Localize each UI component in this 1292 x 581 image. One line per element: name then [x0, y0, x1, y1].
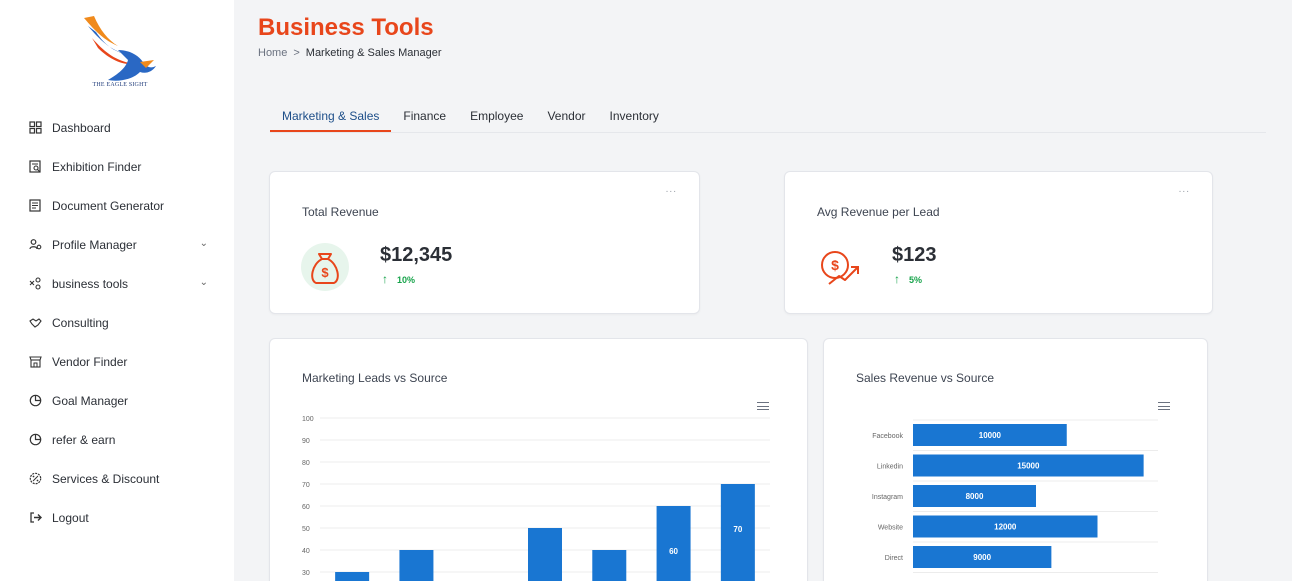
y-tick-label: 30 — [302, 570, 310, 577]
sidebar-nav: Dashboard Exhibition Finder Document Gen… — [28, 108, 218, 537]
logout-icon — [28, 511, 42, 525]
sidebar-item-label: Goal Manager — [52, 393, 129, 408]
category-label: Linkedin — [877, 464, 903, 471]
bar — [399, 550, 434, 581]
card-title: Total Revenue — [302, 205, 379, 219]
card-title: Avg Revenue per Lead — [817, 205, 940, 219]
discount-icon — [28, 472, 42, 486]
bar — [592, 550, 627, 581]
sidebar-item-goal-manager[interactable]: Goal Manager — [28, 381, 218, 420]
sidebar-item-label: refer & earn — [52, 432, 116, 447]
y-tick-label: 80 — [302, 460, 310, 467]
sidebar-item-logout[interactable]: Logout — [28, 498, 218, 537]
sidebar-item-label: business tools — [52, 276, 129, 291]
grid-icon — [28, 121, 42, 135]
bar-data-label: 60 — [669, 547, 678, 556]
bar-data-label: 12000 — [994, 523, 1017, 532]
sidebar-item-consulting[interactable]: Consulting — [28, 303, 218, 342]
sales-revenue-card: Sales Revenue vs Source Facebook 10000 Lin… — [823, 338, 1208, 581]
y-tick-label: 60 — [302, 504, 310, 511]
sidebar-item-label: Document Generator — [52, 198, 165, 213]
marketing-leads-chart: 30 40 50 60 70 80 90 100 60 70 — [302, 416, 770, 581]
tab-employee[interactable]: Employee — [458, 104, 535, 132]
sidebar-item-label: Consulting — [52, 315, 109, 330]
sidebar-item-label: Dashboard — [52, 120, 111, 135]
tab-finance[interactable]: Finance — [391, 104, 458, 132]
sidebar-item-business-tools[interactable]: business tools ⌄ — [28, 264, 218, 303]
document-icon — [28, 199, 42, 213]
category-label: Instagram — [872, 494, 903, 501]
kpi-change: 5% — [909, 275, 923, 285]
sidebar-item-document-generator[interactable]: Document Generator — [28, 186, 218, 225]
arrow-up-icon: ↑ — [894, 272, 900, 286]
kpi-change: 10% — [397, 275, 416, 285]
sidebar-item-services-discount[interactable]: Services & Discount — [28, 459, 218, 498]
kpi-value: $12,345 — [380, 244, 453, 266]
bar-data-label: 9000 — [973, 553, 991, 562]
category-label: Website — [878, 525, 903, 532]
breadcrumb: Home > Marketing & Sales Manager — [258, 47, 442, 59]
y-tick-label: 70 — [302, 482, 310, 489]
sidebar-item-label: Services & Discount — [52, 471, 160, 486]
eagle-logo[interactable] — [74, 10, 164, 92]
refer-icon — [28, 433, 42, 447]
chevron-down-icon[interactable]: ⌄ — [200, 238, 208, 249]
bar — [656, 506, 691, 581]
avg-revenue-card: ... Avg Revenue per Lead $ $123 ↑ 5% — [784, 171, 1213, 314]
tab-inventory[interactable]: Inventory — [598, 104, 671, 132]
breadcrumb-current: Marketing & Sales Manager — [305, 47, 442, 59]
sidebar-item-label: Profile Manager — [52, 237, 137, 252]
y-tick-label: 90 — [302, 438, 310, 445]
sidebar-item-vendor-finder[interactable]: Vendor Finder — [28, 342, 218, 381]
total-revenue-card: ... Total Revenue $ $12,345 ↑ 10% — [269, 171, 700, 314]
chevron-down-icon[interactable]: ⌄ — [200, 277, 208, 288]
category-label: Direct — [885, 555, 903, 562]
more-options-icon[interactable]: ... — [1179, 184, 1190, 195]
y-tick-label: 40 — [302, 548, 310, 555]
tab-vendor[interactable]: Vendor — [535, 104, 597, 132]
sidebar-item-exhibition-finder[interactable]: Exhibition Finder — [28, 147, 218, 186]
svg-text:$: $ — [321, 265, 329, 280]
network-icon — [28, 277, 42, 291]
svg-text:$: $ — [831, 257, 839, 273]
kpi-value: $123 — [892, 244, 937, 266]
bar — [335, 572, 370, 581]
goal-icon — [28, 394, 42, 408]
arrow-up-icon: ↑ — [382, 272, 388, 286]
handshake-icon — [28, 316, 42, 330]
store-icon — [28, 355, 42, 369]
tab-bar: Marketing & Sales Finance Employee Vendo… — [270, 104, 1266, 133]
y-tick-label: 50 — [302, 526, 310, 533]
sidebar-item-label: Exhibition Finder — [52, 159, 142, 174]
users-icon — [28, 238, 42, 252]
app-window: THE EAGLE SIGHT Dashboard Exhibition Fin… — [0, 0, 1292, 581]
bar — [528, 528, 562, 581]
revenue-growth-icon: $ — [821, 251, 859, 285]
breadcrumb-home[interactable]: Home — [258, 47, 287, 59]
logo-text: THE EAGLE SIGHT — [92, 82, 148, 88]
sales-revenue-chart: Facebook 10000 Linkedin 15000 Instagram 8000 W… — [872, 419, 1158, 573]
marketing-leads-card: Marketing Leads vs Source 30 40 50 60 70 80 90… — [269, 338, 808, 581]
sidebar-item-dashboard[interactable]: Dashboard — [28, 108, 218, 147]
page-title: Business Tools — [258, 14, 434, 41]
search-document-icon — [28, 160, 42, 174]
sidebar: THE EAGLE SIGHT Dashboard Exhibition Fin… — [0, 0, 234, 581]
sidebar-item-refer-earn[interactable]: refer & earn — [28, 420, 218, 459]
bar-data-label: 70 — [733, 525, 742, 534]
y-tick-label: 100 — [302, 416, 314, 423]
tab-marketing-sales[interactable]: Marketing & Sales — [270, 104, 392, 132]
money-bag-icon: $ — [301, 243, 349, 291]
main-content: Business Tools Home > Marketing & Sales … — [234, 0, 1292, 581]
bar-data-label: 10000 — [979, 431, 1002, 440]
more-options-icon[interactable]: ... — [666, 184, 677, 195]
bar-data-label: 15000 — [1017, 462, 1040, 471]
sidebar-item-label: Logout — [52, 510, 89, 525]
sidebar-item-profile-manager[interactable]: Profile Manager ⌄ — [28, 225, 218, 264]
breadcrumb-separator: > — [293, 47, 300, 59]
bar-data-label: 8000 — [966, 492, 984, 501]
category-label: Facebook — [872, 433, 903, 440]
sidebar-item-label: Vendor Finder — [52, 354, 128, 369]
